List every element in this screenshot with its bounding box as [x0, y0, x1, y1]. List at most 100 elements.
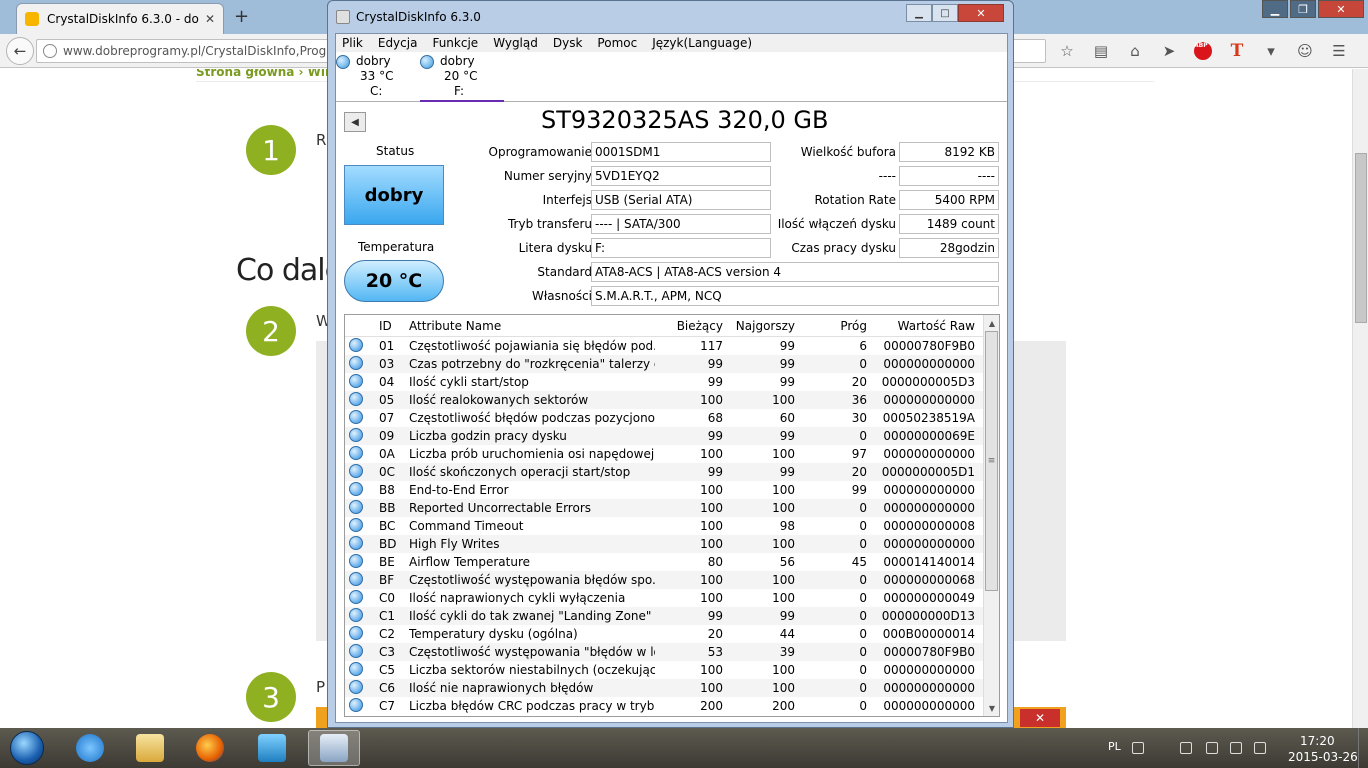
- step-text-3: P: [316, 678, 326, 696]
- smart-row[interactable]: C1 Ilość cykli do tak zwanej "Landing Zon…: [345, 607, 983, 625]
- smart-row[interactable]: 0A Liczba prób uruchomienia osi napędowej…: [345, 445, 983, 463]
- smart-row[interactable]: BE Airflow Temperature 80 56 45 000014140014: [345, 553, 983, 571]
- smart-row[interactable]: C0 Ilość naprawionych cykli wyłączenia 100…: [345, 589, 983, 607]
- col-threshold[interactable]: Próg: [840, 319, 867, 333]
- battery-icon[interactable]: [1230, 742, 1242, 754]
- health-status-badge[interactable]: dobry: [344, 165, 444, 225]
- smart-row[interactable]: 05 Ilość realokowanych sektorów 100 100 36 00…: [345, 391, 983, 409]
- drive-letter: C:: [370, 84, 383, 98]
- browser-close-button[interactable]: ✕: [1318, 0, 1364, 18]
- col-current[interactable]: Bieżący: [677, 319, 723, 333]
- scroll-up-icon[interactable]: ▲: [984, 315, 999, 331]
- home-icon[interactable]: ⌂: [1124, 40, 1146, 62]
- send-icon[interactable]: ➤: [1158, 40, 1180, 62]
- attribute-status-icon: [349, 572, 363, 586]
- col-raw[interactable]: Wartość Raw: [898, 319, 975, 333]
- menu-pomoc[interactable]: Pomoc: [597, 36, 637, 50]
- taskbar-explorer[interactable]: [124, 730, 176, 766]
- taskbar-ie[interactable]: [64, 730, 116, 766]
- taskbar-crystaldiskinfo[interactable]: [308, 730, 360, 766]
- language-indicator[interactable]: PL: [1108, 740, 1121, 753]
- col-id[interactable]: ID: [379, 319, 392, 333]
- menu-funkcje[interactable]: Funkcje: [432, 36, 478, 50]
- smart-row[interactable]: BB Reported Uncorrectable Errors 100 100 0 00…: [345, 499, 983, 517]
- volume-icon[interactable]: [1254, 742, 1266, 754]
- hamburger-menu-icon[interactable]: ☰: [1328, 40, 1350, 62]
- smart-scroll-thumb[interactable]: ≡: [985, 331, 998, 591]
- adblock-icon[interactable]: ABP: [1192, 40, 1214, 62]
- smart-row[interactable]: BC Command Timeout 100 98 0 000000000008: [345, 517, 983, 535]
- smart-scrollbar[interactable]: ▲ ≡ ▼: [983, 315, 999, 716]
- clock-date[interactable]: 2015-03-26: [1288, 750, 1358, 764]
- attribute-name: Częstotliwość pojawiania się błędów pod.…: [409, 339, 655, 353]
- smart-row[interactable]: 0C Ilość skończonych operacji start/stop 9…: [345, 463, 983, 481]
- attribute-status-icon: [349, 536, 363, 550]
- cdi-close-button[interactable]: ✕: [958, 4, 1004, 22]
- smiley-icon[interactable]: ☺: [1294, 40, 1316, 62]
- attribute-id: 07: [379, 411, 395, 425]
- attribute-threshold: 0: [859, 537, 867, 551]
- page-scrollbar[interactable]: [1352, 69, 1368, 728]
- attribute-name: Temperatury dysku (ogólna): [409, 627, 578, 641]
- attribute-raw: 000000000000: [883, 393, 975, 407]
- attribute-current: 100: [700, 573, 723, 587]
- taskbar-media[interactable]: [246, 730, 298, 766]
- menu-dropdown-icon[interactable]: ▾: [1260, 40, 1282, 62]
- menu-language[interactable]: Język(Language): [652, 36, 752, 50]
- scroll-down-icon[interactable]: ▼: [984, 700, 999, 716]
- smart-row[interactable]: 09 Liczba godzin pracy dysku 99 99 0 00000000…: [345, 427, 983, 445]
- smart-row[interactable]: C3 Częstotliwość występowania "błędów w l…: [345, 643, 983, 661]
- previous-drive-button[interactable]: ◀: [344, 112, 366, 132]
- col-name[interactable]: Attribute Name: [409, 319, 501, 333]
- browser-maximize-button[interactable]: ❐: [1290, 0, 1316, 18]
- smart-row[interactable]: 01 Częstotliwość pojawiania się błędów po…: [345, 337, 983, 355]
- clock-time[interactable]: 17:20: [1300, 734, 1335, 748]
- firmware-value: 0001SDM1: [591, 142, 771, 162]
- new-tab-icon[interactable]: +: [234, 6, 249, 27]
- menu-plik[interactable]: Plik: [342, 36, 363, 50]
- show-desktop-button[interactable]: [1358, 728, 1368, 768]
- bookmark-star-icon[interactable]: ☆: [1056, 40, 1078, 62]
- smart-row[interactable]: 03 Czas potrzebny do "rozkręcenia" talerz…: [345, 355, 983, 373]
- menu-edycja[interactable]: Edycja: [378, 36, 418, 50]
- menu-wyglad[interactable]: Wygląd: [493, 36, 538, 50]
- attribute-raw: 00050238519A: [882, 411, 975, 425]
- tab-close-icon[interactable]: ✕: [205, 12, 215, 26]
- cdi-maximize-button[interactable]: □: [932, 4, 958, 22]
- browser-tab[interactable]: CrystalDiskInfo 6.3.0 - dobr... ✕: [16, 3, 224, 34]
- start-button[interactable]: [4, 728, 50, 768]
- attribute-current: 100: [700, 501, 723, 515]
- taskbar-firefox[interactable]: [184, 730, 236, 766]
- flag-icon[interactable]: [1206, 742, 1218, 754]
- smart-row[interactable]: 04 Ilość cykli start/stop 99 99 20 0000000005…: [345, 373, 983, 391]
- page-scroll-thumb[interactable]: [1355, 153, 1367, 323]
- drive-c-button[interactable]: dobry 33 °C C:: [336, 54, 420, 102]
- menu-dysk[interactable]: Dysk: [553, 36, 583, 50]
- drive-f-button[interactable]: dobry 20 °C F:: [420, 54, 504, 102]
- blank-label: ----: [878, 169, 896, 183]
- smart-row[interactable]: C6 Ilość nie naprawionych błędów 100 100 0 00…: [345, 679, 983, 697]
- smart-row[interactable]: C2 Temperatury dysku (ogólna) 20 44 0 000B000…: [345, 625, 983, 643]
- attribute-name: Liczba godzin pracy dysku: [409, 429, 567, 443]
- notification-close-button[interactable]: ✕: [1020, 709, 1060, 727]
- smart-row[interactable]: 07 Częstotliwość błędów podczas pozycjono…: [345, 409, 983, 427]
- attribute-name: Częstotliwość występowania "błędów w lo.…: [409, 645, 655, 659]
- back-button[interactable]: ←: [6, 37, 34, 65]
- smart-row[interactable]: C7 Liczba błędów CRC podczas pracy w tryb…: [345, 697, 983, 715]
- attribute-current: 68: [707, 411, 723, 425]
- smart-row[interactable]: BD High Fly Writes 100 100 0 000000000000: [345, 535, 983, 553]
- keyboard-icon[interactable]: [1132, 742, 1144, 754]
- col-worst[interactable]: Najgorszy: [736, 319, 795, 333]
- smart-row[interactable]: B8 End-to-End Error 100 100 99 000000000000: [345, 481, 983, 499]
- translator-icon[interactable]: T: [1226, 40, 1248, 62]
- browser-minimize-button[interactable]: ▁: [1262, 0, 1288, 18]
- smart-row[interactable]: BF Częstotliwość występowania błędów spo.…: [345, 571, 983, 589]
- attribute-threshold: 0: [859, 681, 867, 695]
- crystaldiskinfo-window: CrystalDiskInfo 6.3.0 ▁ □ ✕ Plik Edycja …: [327, 0, 1014, 728]
- smart-row[interactable]: C5 Liczba sektorów niestabilnych (oczekuj…: [345, 661, 983, 679]
- network-icon[interactable]: [1180, 742, 1192, 754]
- attribute-name: End-to-End Error: [409, 483, 509, 497]
- power-hours-label: Czas pracy dysku: [791, 241, 896, 255]
- reading-list-icon[interactable]: ▤: [1090, 40, 1112, 62]
- cdi-minimize-button[interactable]: ▁: [906, 4, 932, 22]
